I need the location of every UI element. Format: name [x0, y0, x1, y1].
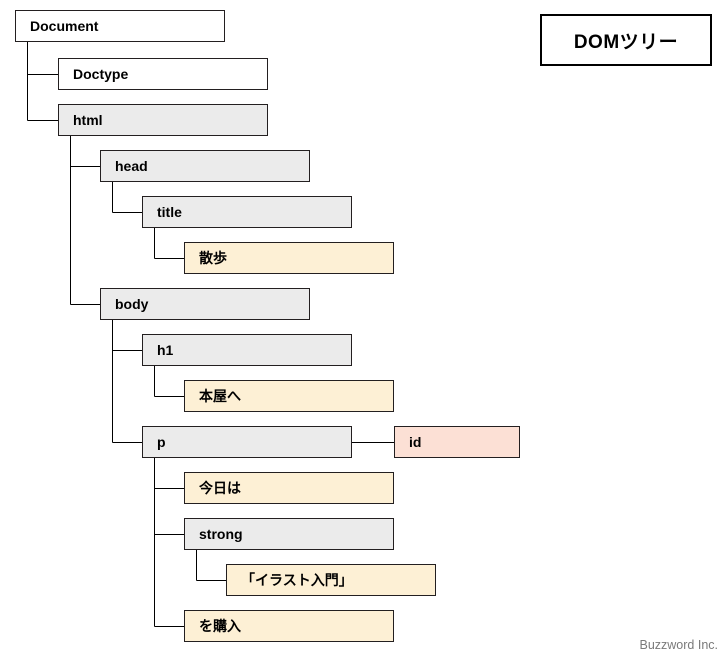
tree-node-label: id — [409, 434, 422, 450]
footer-credit: Buzzword Inc. — [639, 638, 718, 652]
tree-node-label: 「イラスト入門」 — [241, 572, 353, 588]
tree-node-label: Document — [30, 18, 99, 34]
diagram-title-text: DOMツリー — [573, 31, 679, 53]
tree-node-label: 散歩 — [199, 250, 227, 266]
tree-node-id-attr: id — [394, 426, 520, 458]
tree-node-label: 本屋へ — [199, 388, 241, 404]
tree-node-h1: h1 — [142, 334, 352, 366]
tree-node-honyae: 本屋へ — [184, 380, 394, 412]
tree-node-doctype: Doctype — [58, 58, 268, 90]
tree-node-head: head — [100, 150, 310, 182]
dom-tree-diagram: Document Doctype html head title 散歩 body h1 本屋へ p… — [0, 0, 728, 660]
tree-node-label: p — [157, 434, 166, 450]
tree-node-label: title — [157, 204, 182, 220]
tree-connector-layer — [27, 42, 394, 627]
tree-node-strong: strong — [184, 518, 394, 550]
tree-node-label: を購入 — [199, 618, 241, 634]
tree-node-label: Doctype — [73, 66, 129, 82]
tree-node-label: body — [115, 296, 149, 312]
tree-node-html: html — [58, 104, 268, 136]
tree-node-body: body — [100, 288, 310, 320]
tree-node-irasuto: 「イラスト入門」 — [226, 564, 436, 596]
tree-node-document: Document — [15, 10, 225, 42]
tree-node-label: h1 — [157, 342, 174, 358]
tree-node-label: strong — [199, 526, 243, 542]
tree-node-label: head — [115, 158, 148, 174]
tree-node-kyowa: 今日は — [184, 472, 394, 504]
tree-node-label: 今日は — [199, 480, 241, 496]
tree-node-title: title — [142, 196, 352, 228]
tree-node-p: p — [142, 426, 352, 458]
tree-node-label: html — [73, 112, 103, 128]
tree-node-kounyu: を購入 — [184, 610, 394, 642]
diagram-title-card: DOMツリー — [540, 14, 712, 66]
tree-node-sanpo: 散歩 — [184, 242, 394, 274]
